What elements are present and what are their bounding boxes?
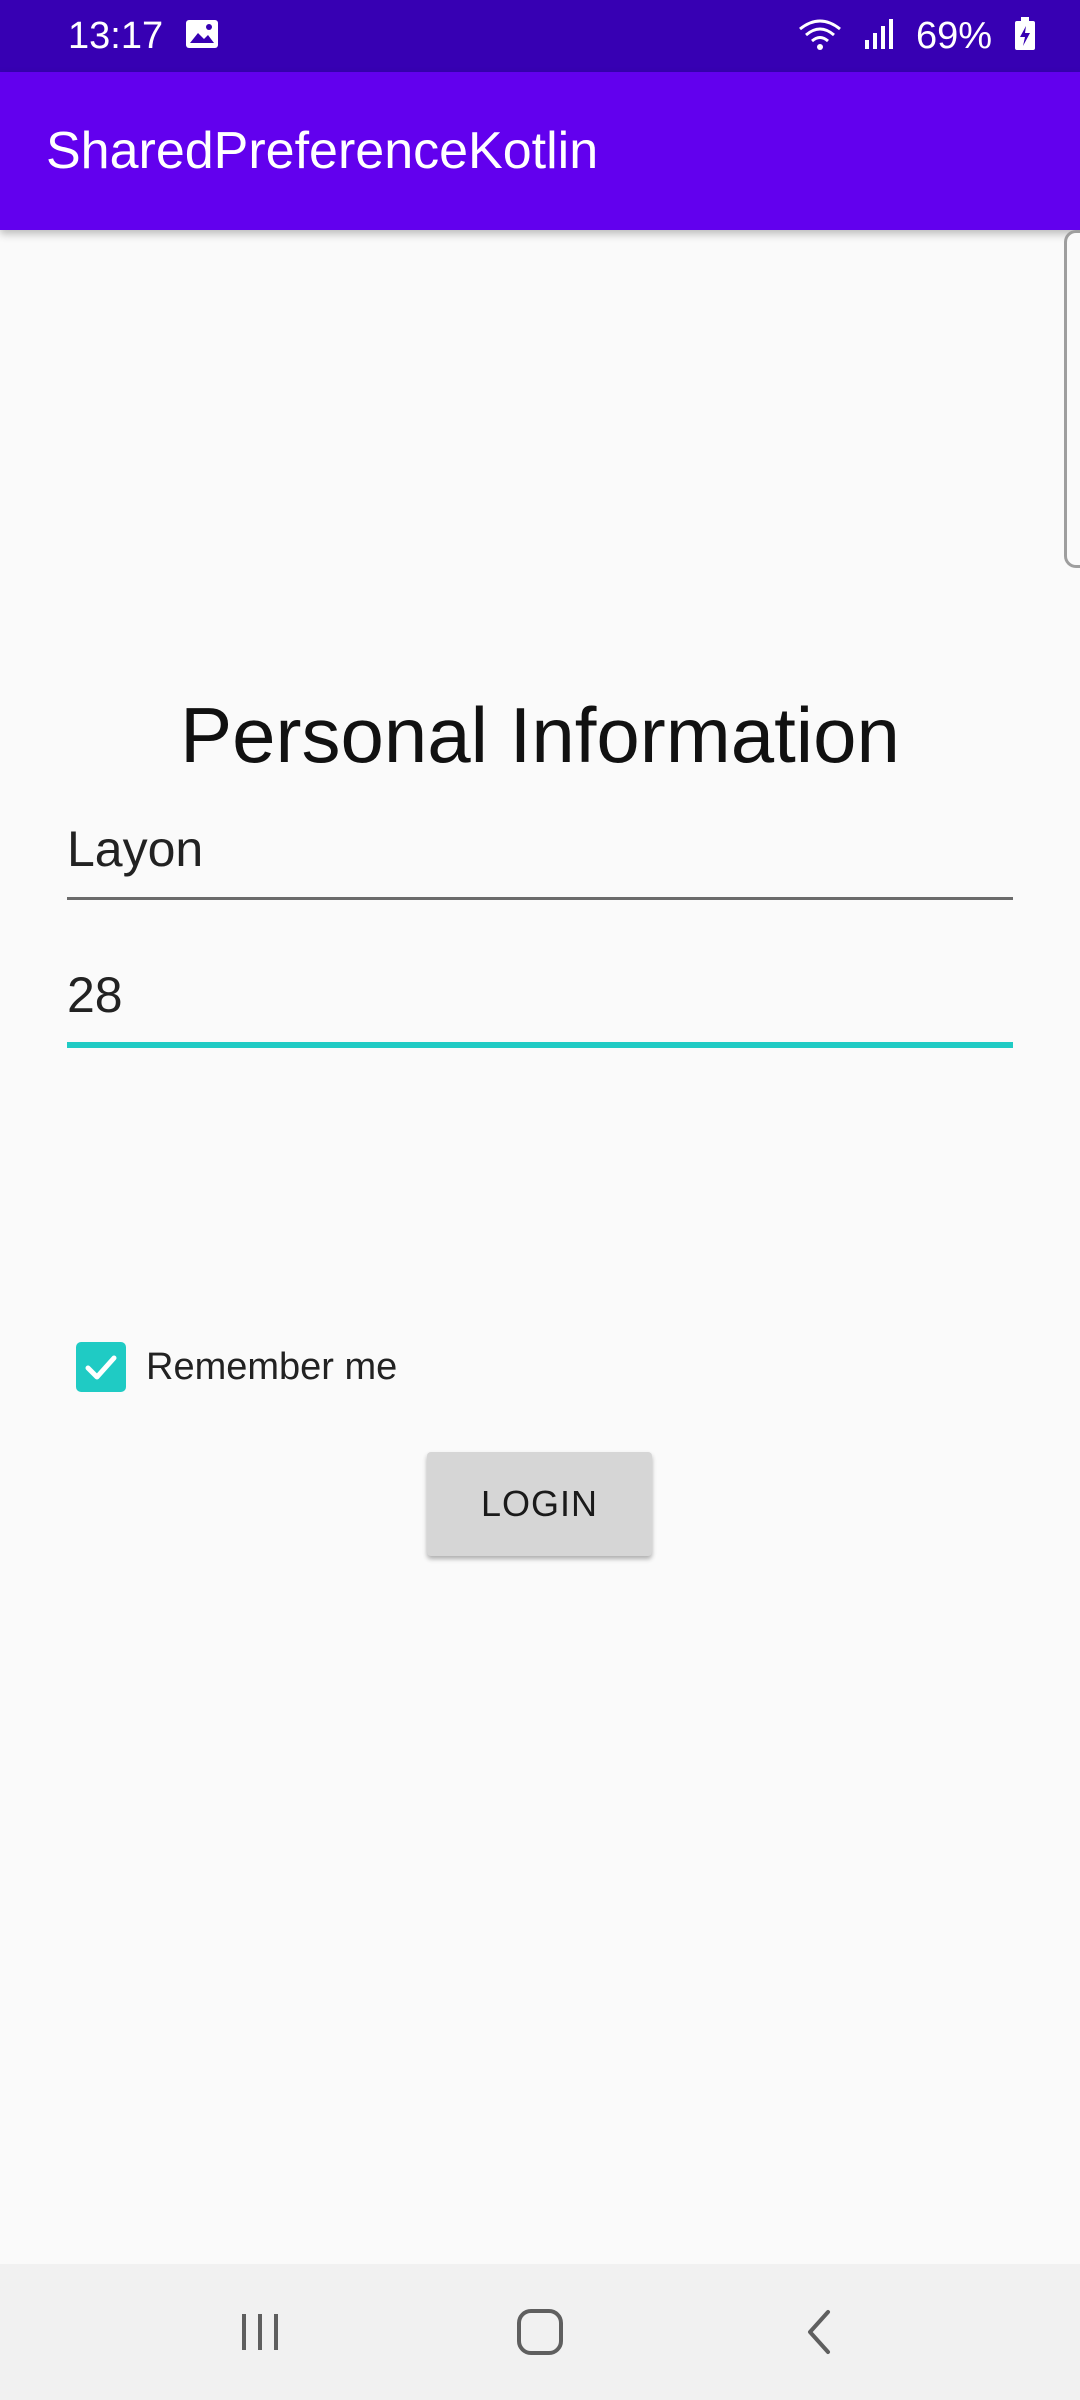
login-button[interactable]: LOGIN bbox=[427, 1452, 652, 1556]
home-button[interactable] bbox=[480, 2282, 600, 2382]
back-icon bbox=[808, 2310, 830, 2354]
edge-panel-handle[interactable] bbox=[1064, 230, 1080, 568]
status-left: 13:17 bbox=[68, 15, 219, 58]
name-input[interactable] bbox=[67, 800, 1013, 900]
signal-icon bbox=[864, 18, 894, 55]
check-icon bbox=[85, 1355, 117, 1380]
page-heading: Personal Information bbox=[180, 691, 900, 779]
app-title: SharedPreferenceKotlin bbox=[46, 122, 599, 180]
status-right: 69% bbox=[798, 15, 1036, 58]
image-icon bbox=[185, 19, 219, 54]
wifi-icon bbox=[798, 17, 842, 56]
remember-me-label: Remember me bbox=[146, 1345, 398, 1388]
main-content bbox=[0, 230, 1080, 2264]
battery-percentage: 69% bbox=[915, 14, 992, 57]
home-icon bbox=[517, 2309, 563, 2355]
back-button[interactable] bbox=[760, 2282, 880, 2382]
app-bar: SharedPreferenceKotlin bbox=[0, 72, 1080, 230]
remember-me-row[interactable]: Remember me bbox=[76, 1342, 397, 1392]
age-input[interactable] bbox=[67, 948, 1013, 1048]
navigation-bar bbox=[0, 2264, 1080, 2400]
remember-me-checkbox[interactable] bbox=[76, 1342, 126, 1392]
status-bar: 13:17 69% bbox=[0, 0, 1080, 72]
battery-icon bbox=[1014, 16, 1036, 56]
status-time: 13:17 bbox=[68, 14, 164, 57]
recents-icon bbox=[242, 2314, 278, 2350]
recents-button[interactable] bbox=[200, 2282, 320, 2382]
